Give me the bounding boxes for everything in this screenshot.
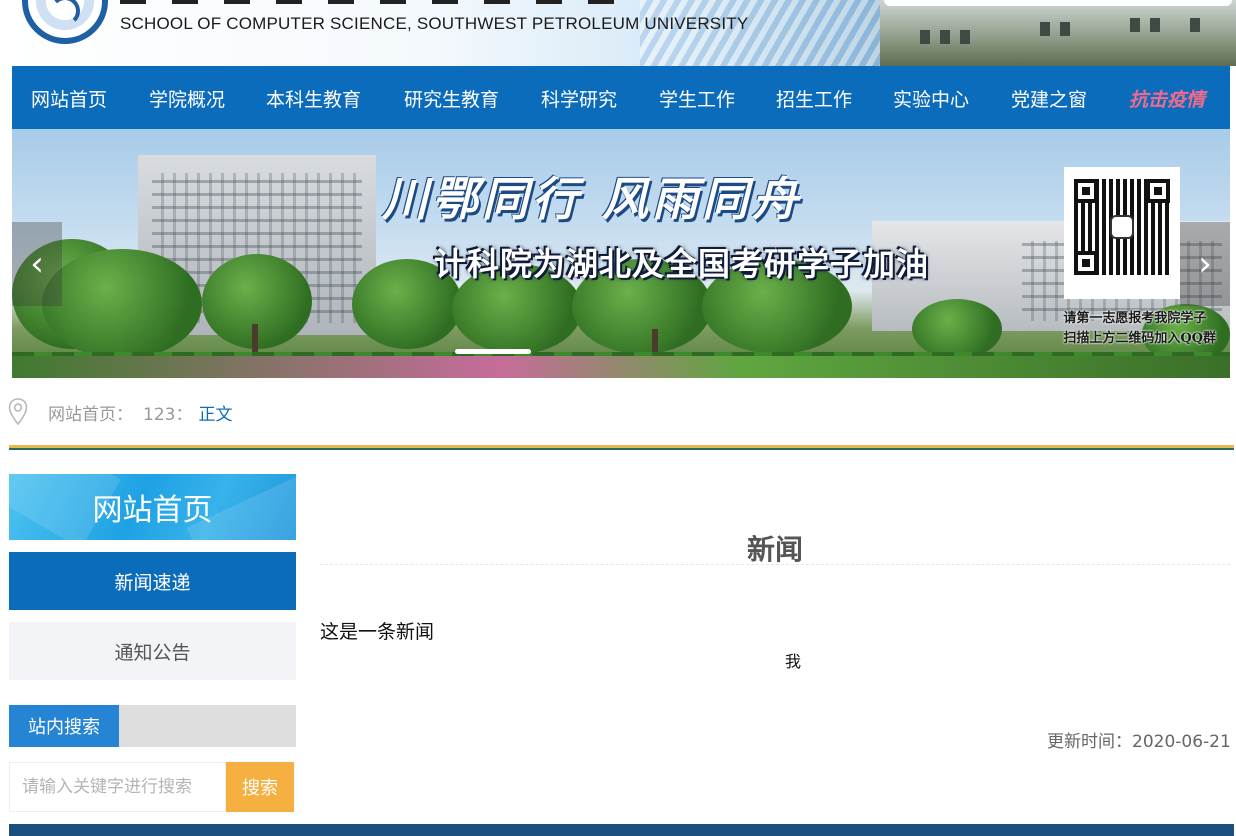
banner-slide-indicator[interactable] <box>455 349 531 354</box>
nav-item-admissions[interactable]: 招生工作 <box>776 85 852 112</box>
nav-item-about[interactable]: 学院概况 <box>149 85 225 112</box>
section-divider-dark <box>9 448 1234 450</box>
header-title-cropped <box>120 0 680 4</box>
qq-penguin-icon <box>1110 215 1134 239</box>
banner-prev-arrow[interactable]: ‹ <box>12 222 62 306</box>
article-body-extra: 我 <box>785 652 802 671</box>
banner-tree <box>912 299 1002 359</box>
main-nav: 网站首页 学院概况 本科生教育 研究生教育 科学研究 学生工作 招生工作 实验中… <box>12 66 1230 129</box>
banner-next-arrow[interactable]: › <box>1180 222 1230 306</box>
breadcrumb-current: 正文 <box>198 404 233 425</box>
qr-code <box>1064 167 1180 299</box>
chevron-right-icon: › <box>1198 244 1212 284</box>
banner-slogan-main: 川鄂同行 风雨同舟 <box>382 172 803 226</box>
banner-slogan-sub: 计科院为湖北及全国考研学子加油 <box>434 245 930 283</box>
qr-note-line1: 请第一志愿报考我院学子 <box>1063 311 1207 326</box>
chevron-left-icon: ‹ <box>30 244 44 284</box>
qr-note: 请第一志愿报考我院学子 扫描上方二维码加入QQ群 <box>1063 309 1216 349</box>
sidebar-title-text: 网站首页 <box>92 493 213 528</box>
article-body: 这是一条新闻 <box>320 621 435 643</box>
search-button[interactable]: 搜索 <box>226 762 294 812</box>
header-building-photo <box>880 0 1236 66</box>
site-search-title: 站内搜索 <box>9 705 119 747</box>
banner-tree-trunk <box>252 324 258 354</box>
nav-item-student-work[interactable]: 学生工作 <box>659 85 735 112</box>
banner-flowerbed <box>12 356 1230 378</box>
school-name-english: SCHOOL OF COMPUTER SCIENCE, SOUTHWEST PE… <box>120 14 749 33</box>
breadcrumb-home[interactable]: 网站首页： <box>48 400 133 425</box>
footer-bar <box>9 824 1234 836</box>
nav-item-lab-center[interactable]: 实验中心 <box>893 85 969 112</box>
nav-item-party[interactable]: 党建之窗 <box>1011 85 1087 112</box>
nav-item-epidemic[interactable]: 抗击疫情 <box>1129 85 1205 112</box>
nav-item-graduate[interactable]: 研究生教育 <box>404 85 499 112</box>
header-white-tab <box>884 0 1232 6</box>
sidebar-title: 网站首页 <box>9 474 296 540</box>
banner-tree-trunk <box>652 329 658 354</box>
site-header: SCHOOL OF COMPUTER SCIENCE, SOUTHWEST PE… <box>0 0 1236 66</box>
breadcrumb: 网站首页： 123： 正文 <box>8 398 232 426</box>
sidebar-item-notices[interactable]: 通知公告 <box>9 622 296 680</box>
breadcrumb-section[interactable]: 123： <box>143 400 192 425</box>
location-pin-icon <box>8 398 28 426</box>
search-input[interactable] <box>9 762 226 812</box>
nav-item-research[interactable]: 科学研究 <box>541 85 617 112</box>
article-title: 新闻 <box>746 533 803 566</box>
article-title-divider <box>320 564 1230 565</box>
nav-item-home[interactable]: 网站首页 <box>31 85 107 112</box>
banner-tree <box>42 249 202 359</box>
hero-banner[interactable]: 川鄂同行 风雨同舟 计科院为湖北及全国考研学子加油 请第一志愿报考我院学子 扫描… <box>12 129 1230 378</box>
nav-item-undergrad[interactable]: 本科生教育 <box>266 85 361 112</box>
article-update-time: 更新时间：2020-06-21 <box>1047 732 1231 752</box>
site-search-header: 站内搜索 <box>9 705 296 747</box>
university-logo[interactable] <box>22 0 108 44</box>
sidebar-item-news[interactable]: 新闻速递 <box>9 552 296 610</box>
qr-note-line2: 扫描上方二维码加入QQ群 <box>1063 331 1216 346</box>
